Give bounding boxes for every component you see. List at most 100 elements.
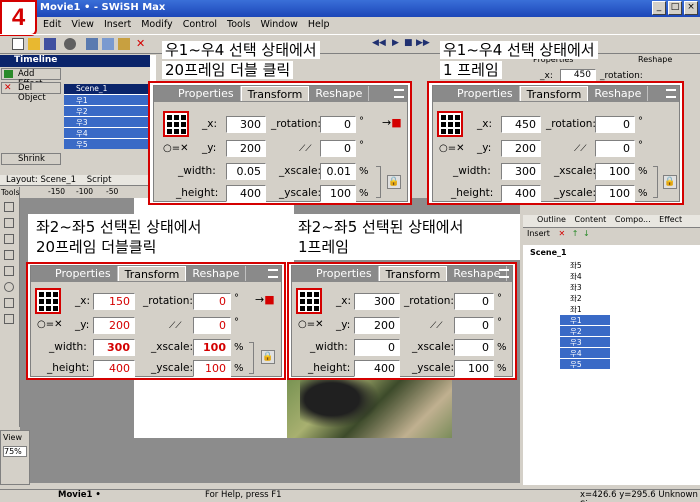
outline-item[interactable]: 우1 bbox=[560, 315, 610, 325]
insert-button[interactable]: Insert bbox=[527, 229, 550, 238]
anchor-grid-icon[interactable] bbox=[163, 111, 189, 137]
tab-properties[interactable]: Properties bbox=[49, 266, 118, 281]
xscale-field[interactable]: 100 bbox=[595, 163, 635, 180]
rotation-field[interactable]: 0 bbox=[320, 116, 356, 133]
layer-row[interactable]: 우5 bbox=[64, 139, 150, 149]
x-field[interactable]: 450 bbox=[501, 116, 541, 133]
anchor-grid-icon[interactable] bbox=[296, 288, 322, 314]
outline-scene[interactable]: Scene_1 bbox=[530, 248, 567, 257]
menu-view[interactable]: View bbox=[66, 17, 99, 34]
layer-row[interactable]: 우4 bbox=[64, 128, 150, 138]
cut-icon[interactable] bbox=[86, 38, 98, 50]
tab-transform[interactable]: Transform bbox=[378, 266, 448, 281]
minimize-button[interactable]: _ bbox=[652, 1, 666, 15]
shrink-button[interactable]: Shrink bbox=[1, 153, 61, 165]
tab-content[interactable]: Content bbox=[575, 215, 607, 224]
xscale-field[interactable]: 100 bbox=[193, 339, 231, 356]
move-down-icon[interactable]: ↓ bbox=[583, 229, 590, 238]
tab-properties[interactable]: Properties bbox=[172, 86, 241, 101]
forward-icon[interactable]: ▶▶ bbox=[416, 38, 430, 50]
width-field[interactable]: 0.05 bbox=[226, 163, 266, 180]
outline-item[interactable]: 좌4 bbox=[560, 271, 610, 281]
pen-tool-icon[interactable] bbox=[4, 266, 14, 276]
menu-modify[interactable]: Modify bbox=[136, 17, 177, 34]
skew-field[interactable]: 0 bbox=[193, 317, 231, 334]
y-field[interactable]: 200 bbox=[501, 140, 541, 157]
anchor-arrow-icon[interactable]: →■ bbox=[382, 116, 404, 130]
tab-properties[interactable]: Properties bbox=[310, 266, 379, 281]
panel-menu-icon[interactable] bbox=[499, 269, 509, 278]
tab-outline[interactable]: Outline bbox=[537, 215, 566, 224]
tab-script[interactable]: Script bbox=[87, 175, 112, 185]
height-field[interactable]: 400 bbox=[226, 185, 266, 202]
rotation-field[interactable]: 0 bbox=[454, 293, 494, 310]
x-field[interactable]: 300 bbox=[226, 116, 266, 133]
anchor-arrow-icon[interactable]: →■ bbox=[255, 293, 277, 307]
new-file-icon[interactable] bbox=[12, 38, 24, 50]
rectangle-tool-icon[interactable] bbox=[4, 298, 14, 308]
yscale-field[interactable]: 100 bbox=[454, 360, 494, 377]
outline-item[interactable]: 좌3 bbox=[560, 282, 610, 292]
copy-icon[interactable] bbox=[102, 38, 114, 50]
hand-tool-icon[interactable] bbox=[4, 314, 14, 324]
menu-tools[interactable]: Tools bbox=[222, 17, 255, 34]
outline-item[interactable]: 우2 bbox=[560, 326, 610, 336]
restore-button[interactable]: □ bbox=[668, 1, 682, 15]
select-tool-icon[interactable] bbox=[4, 202, 14, 212]
delete-icon[interactable]: ✕ bbox=[559, 229, 566, 238]
tab-reshape[interactable]: Reshape bbox=[309, 86, 370, 101]
height-field[interactable]: 400 bbox=[501, 185, 541, 202]
menu-edit[interactable]: Edit bbox=[38, 17, 66, 34]
ellipse-tool-icon[interactable] bbox=[4, 282, 14, 292]
layer-row[interactable]: 우2 bbox=[64, 106, 150, 116]
line-tool-icon[interactable] bbox=[4, 250, 14, 260]
width-field[interactable]: 0 bbox=[354, 339, 400, 356]
tab-reshape[interactable]: Reshape bbox=[638, 55, 672, 64]
layer-row[interactable]: Scene_1 bbox=[64, 84, 150, 94]
transform-tool-icon[interactable] bbox=[4, 234, 14, 244]
zoom-select[interactable]: 75% bbox=[3, 446, 27, 457]
lock-icon[interactable]: 🔒 bbox=[663, 175, 677, 189]
outline-item[interactable]: 좌1 bbox=[560, 304, 610, 314]
tab-transform[interactable]: Transform bbox=[240, 86, 310, 101]
height-field[interactable]: 400 bbox=[93, 360, 135, 377]
skew-field[interactable]: 0 bbox=[595, 140, 635, 157]
menu-insert[interactable]: Insert bbox=[99, 17, 136, 34]
xscale-field[interactable]: 0.01 bbox=[320, 163, 356, 180]
open-folder-icon[interactable] bbox=[28, 38, 40, 50]
layer-row[interactable]: 우1 bbox=[64, 95, 150, 105]
yscale-field[interactable]: 100 bbox=[320, 185, 356, 202]
x-field[interactable]: 150 bbox=[93, 293, 135, 310]
outline-item[interactable]: 좌5 bbox=[560, 260, 610, 270]
y-field[interactable]: 200 bbox=[354, 317, 400, 334]
yscale-field[interactable]: 100 bbox=[595, 185, 635, 202]
preview-icon[interactable] bbox=[64, 38, 76, 50]
layer-row[interactable]: 우3 bbox=[64, 117, 150, 127]
delete-icon[interactable]: ✕ bbox=[136, 38, 148, 50]
rotation-field[interactable]: 0 bbox=[193, 293, 231, 310]
y-field[interactable]: 200 bbox=[226, 140, 266, 157]
panel-menu-icon[interactable] bbox=[394, 89, 404, 98]
tab-effect[interactable]: Effect bbox=[659, 215, 682, 224]
skew-field[interactable]: 0 bbox=[454, 317, 494, 334]
yscale-field[interactable]: 100 bbox=[193, 360, 231, 377]
x-field[interactable]: 300 bbox=[354, 293, 400, 310]
movie-tab[interactable]: Movie1 • bbox=[0, 490, 205, 502]
paste-icon[interactable] bbox=[118, 38, 130, 50]
width-field[interactable]: 300 bbox=[93, 339, 135, 356]
rotation-field[interactable]: 0 bbox=[595, 116, 635, 133]
tab-reshape[interactable]: Reshape bbox=[186, 266, 247, 281]
menu-control[interactable]: Control bbox=[178, 17, 222, 34]
lock-icon[interactable]: 🔒 bbox=[261, 350, 275, 364]
anchor-grid-icon[interactable] bbox=[437, 111, 463, 137]
lock-icon[interactable]: 🔒 bbox=[387, 175, 401, 189]
outline-item[interactable]: 우4 bbox=[560, 348, 610, 358]
outline-item[interactable]: 우5 bbox=[560, 359, 610, 369]
tab-transform[interactable]: Transform bbox=[117, 266, 187, 281]
move-up-icon[interactable]: ↑ bbox=[572, 229, 579, 238]
stop-icon[interactable]: ■ bbox=[404, 38, 416, 50]
subselect-tool-icon[interactable] bbox=[4, 218, 14, 228]
tab-layout[interactable]: Layout: Scene_1 bbox=[6, 175, 76, 185]
tab-properties[interactable]: Properties bbox=[451, 86, 520, 101]
play-icon[interactable]: ▶ bbox=[392, 38, 404, 50]
